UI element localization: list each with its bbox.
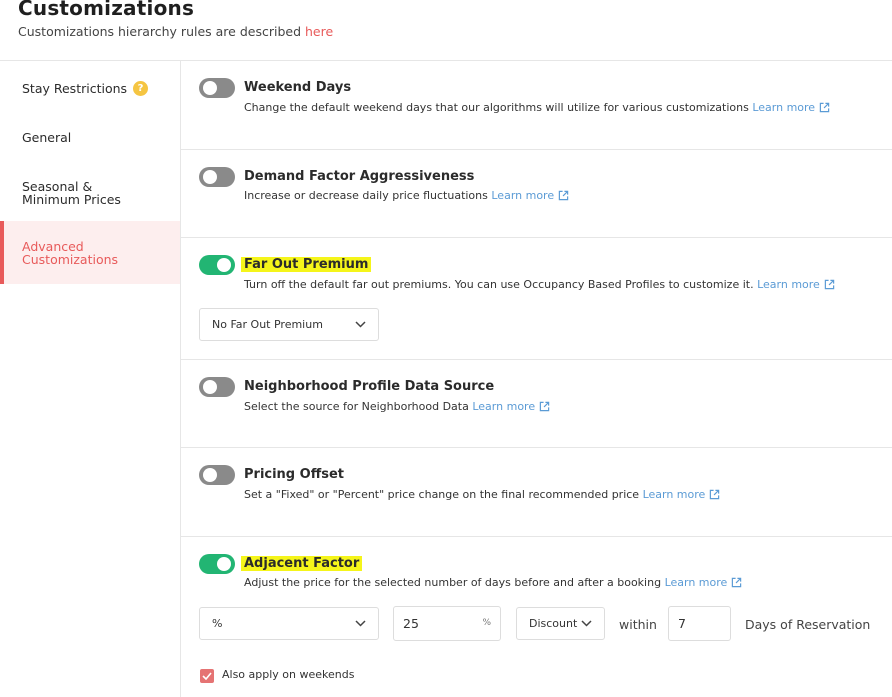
learn-more-link[interactable]: Learn more bbox=[757, 278, 835, 291]
far-out-premium-toggle[interactable] bbox=[199, 255, 235, 275]
learn-more-link[interactable]: Learn more bbox=[752, 101, 830, 114]
checkmark-icon bbox=[202, 672, 212, 680]
sidebar-item-stay-restrictions[interactable]: Stay Restrictions ? bbox=[0, 75, 180, 101]
section-title: Demand Factor Aggressiveness bbox=[244, 169, 475, 184]
section-far-out-premium: Far Out Premium Turn off the default far… bbox=[181, 238, 892, 360]
external-link-icon bbox=[710, 489, 720, 500]
within-label: within bbox=[619, 617, 657, 632]
toggle-knob bbox=[203, 380, 217, 394]
section-title: Pricing Offset bbox=[244, 467, 344, 482]
chevron-down-icon bbox=[581, 620, 592, 627]
section-description: Increase or decrease daily price fluctua… bbox=[244, 189, 569, 202]
description-text: Adjust the price for the selected number… bbox=[244, 576, 665, 589]
external-link-icon bbox=[558, 190, 569, 201]
learn-more-label: Learn more bbox=[752, 101, 816, 114]
days-of-reservation-label: Days of Reservation bbox=[745, 617, 871, 632]
learn-more-link[interactable]: Learn more bbox=[665, 576, 743, 589]
section-pricing-offset: Pricing Offset Set a "Fixed" or "Percent… bbox=[181, 448, 892, 537]
section-title: Far Out Premium bbox=[241, 257, 372, 272]
external-link-icon bbox=[732, 577, 742, 588]
page-subtitle: Customizations hierarchy rules are descr… bbox=[18, 24, 333, 39]
page-header: Customizations Customizations hierarchy … bbox=[0, 0, 892, 61]
page-title: Customizations bbox=[18, 0, 195, 20]
learn-more-link[interactable]: Learn more bbox=[491, 189, 569, 202]
far-out-premium-select[interactable]: No Far Out Premium bbox=[199, 308, 379, 341]
sidebar-item-label: Stay Restrictions bbox=[22, 80, 128, 96]
neighborhood-data-toggle[interactable] bbox=[199, 377, 235, 397]
adjustment-amount-input[interactable]: 25 % bbox=[393, 606, 501, 641]
section-weekend-days: Weekend Days Change the default weekend … bbox=[181, 61, 892, 150]
input-value: 7 bbox=[678, 616, 686, 631]
section-title: Neighborhood Profile Data Source bbox=[244, 379, 495, 394]
section-description: Change the default weekend days that our… bbox=[244, 101, 830, 114]
toggle-knob bbox=[217, 557, 231, 571]
sidebar-item-label: General bbox=[22, 129, 72, 145]
apply-weekends-label: Also apply on weekends bbox=[222, 668, 355, 681]
adjacent-factor-toggle[interactable] bbox=[199, 554, 235, 574]
sidebar-item-label: Advanced Customizations bbox=[22, 238, 119, 267]
description-text: Turn off the default far out premiums. Y… bbox=[244, 278, 758, 291]
section-description: Select the source for Neighborhood Data … bbox=[244, 400, 550, 413]
external-link-icon bbox=[824, 279, 835, 290]
adjustment-unit-select[interactable]: % bbox=[199, 607, 379, 640]
select-value: No Far Out Premium bbox=[212, 318, 323, 331]
toggle-knob bbox=[203, 81, 217, 95]
learn-more-link[interactable]: Learn more bbox=[643, 488, 721, 501]
sidebar-item-general[interactable]: General bbox=[0, 124, 180, 150]
section-title: Weekend Days bbox=[244, 80, 352, 95]
subtitle-text: Customizations hierarchy rules are descr… bbox=[18, 24, 305, 39]
external-link-icon bbox=[539, 401, 550, 412]
learn-more-label: Learn more bbox=[642, 488, 706, 501]
section-description: Adjust the price for the selected number… bbox=[244, 576, 742, 589]
chevron-down-icon bbox=[355, 321, 366, 328]
toggle-knob bbox=[203, 468, 217, 482]
adjustment-type-select[interactable]: Discount bbox=[516, 607, 605, 640]
chevron-down-icon bbox=[355, 620, 366, 627]
select-value: % bbox=[212, 617, 223, 630]
help-icon[interactable]: ? bbox=[133, 80, 149, 96]
learn-more-link[interactable]: Learn more bbox=[472, 400, 550, 413]
description-text: Change the default weekend days that our… bbox=[244, 101, 753, 114]
percent-suffix: % bbox=[482, 618, 491, 628]
days-input[interactable]: 7 bbox=[668, 606, 731, 641]
section-description: Turn off the default far out premiums. Y… bbox=[244, 278, 835, 291]
select-value: Discount bbox=[529, 617, 578, 630]
learn-more-label: Learn more bbox=[491, 189, 555, 202]
description-text: Set a "Fixed" or "Percent" price change … bbox=[244, 488, 643, 501]
external-link-icon bbox=[819, 102, 830, 113]
toggle-knob bbox=[217, 258, 231, 272]
section-demand-factor: Demand Factor Aggressiveness Increase or… bbox=[181, 150, 892, 238]
sidebar-item-seasonal-minimum-prices[interactable]: Seasonal & Minimum Prices bbox=[0, 177, 150, 209]
description-text: Select the source for Neighborhood Data bbox=[244, 400, 473, 413]
sidebar-item-advanced-customizations[interactable]: Advanced Customizations bbox=[0, 221, 180, 284]
section-adjacent-factor: Adjacent Factor Adjust the price for the… bbox=[181, 537, 892, 697]
input-value: 25 bbox=[403, 616, 419, 631]
section-description: Set a "Fixed" or "Percent" price change … bbox=[244, 488, 720, 501]
sidebar-item-label: Seasonal & Minimum Prices bbox=[22, 179, 121, 207]
demand-factor-toggle[interactable] bbox=[199, 167, 235, 187]
section-neighborhood-data-source: Neighborhood Profile Data Source Select … bbox=[181, 360, 892, 448]
description-text: Increase or decrease daily price fluctua… bbox=[244, 189, 492, 202]
learn-more-label: Learn more bbox=[472, 400, 536, 413]
learn-more-label: Learn more bbox=[664, 576, 728, 589]
toggle-knob bbox=[203, 170, 217, 184]
apply-weekends-checkbox[interactable] bbox=[200, 669, 214, 683]
section-title: Adjacent Factor bbox=[241, 556, 363, 571]
hierarchy-rules-link[interactable]: here bbox=[305, 24, 333, 39]
weekend-days-toggle[interactable] bbox=[199, 78, 235, 98]
pricing-offset-toggle[interactable] bbox=[199, 465, 235, 485]
sidebar: Stay Restrictions ? General Seasonal & M… bbox=[0, 61, 181, 697]
learn-more-label: Learn more bbox=[757, 278, 820, 291]
